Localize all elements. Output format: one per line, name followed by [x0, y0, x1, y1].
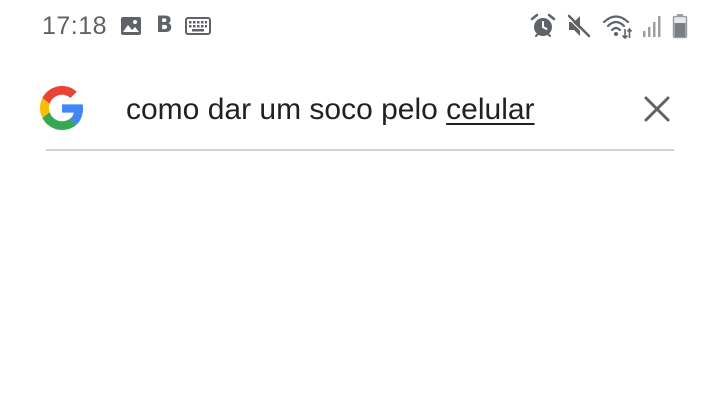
system-icons [530, 12, 688, 40]
wifi-icon [602, 13, 632, 39]
status-bar: 17:18 B [0, 0, 719, 52]
keyboard-icon [184, 16, 211, 36]
clear-search-button[interactable] [638, 90, 676, 128]
close-icon [644, 96, 670, 122]
image-icon [120, 16, 142, 36]
notification-icons: B [120, 13, 211, 39]
screen: 17:18 B como dar um soco pelo celular [0, 0, 719, 411]
search-bar[interactable]: como dar um soco pelo celular [0, 70, 719, 152]
alarm-icon [530, 13, 556, 39]
search-divider [46, 149, 674, 151]
search-query-text: como dar um soco pelo [126, 93, 447, 126]
status-time: 17:18 [42, 12, 108, 40]
search-input[interactable]: como dar um soco pelo celular [126, 92, 535, 128]
mute-icon [566, 13, 592, 39]
google-logo-icon [40, 86, 84, 130]
signal-icon [642, 14, 662, 38]
b-letter-icon: B [156, 13, 173, 38]
battery-icon [672, 13, 688, 39]
search-query-composing-word: celular [446, 93, 535, 126]
